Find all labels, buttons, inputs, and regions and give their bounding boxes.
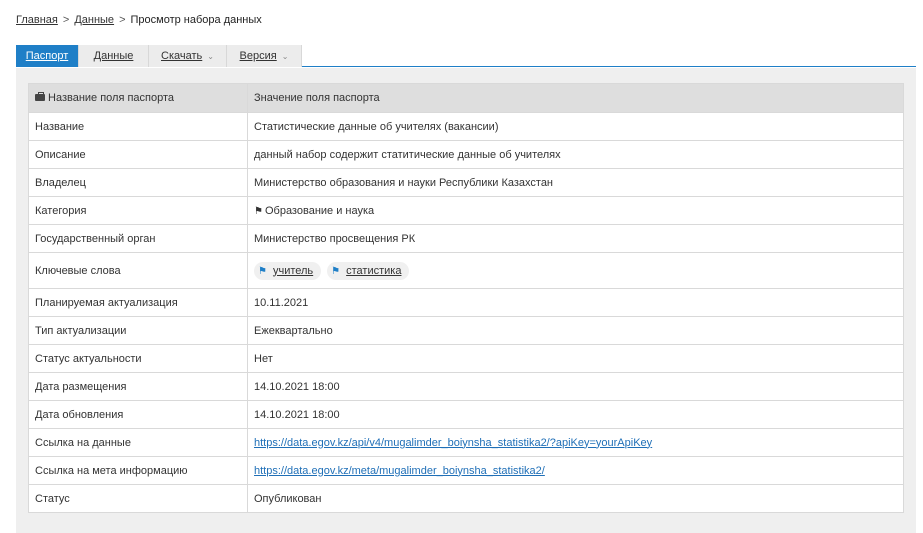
tag-icon: ⚑: [254, 205, 263, 217]
breadcrumb: Главная > Данные > Просмотр набора данных: [16, 14, 262, 26]
field-value-link: https://data.egov.kz/api/v4/mugalimder_b…: [247, 428, 904, 457]
header-field-value: Значение поля паспорта: [247, 83, 904, 113]
field-name: Планируемая актуализация: [28, 288, 248, 317]
tab-data[interactable]: Данные: [79, 45, 149, 67]
tab-download[interactable]: Скачать ⌄: [149, 45, 227, 67]
header-field-name: Название поля паспорта: [28, 83, 248, 113]
chevron-down-icon: ⌄: [207, 52, 214, 61]
keyword-text: учитель: [272, 264, 314, 277]
field-name: Ссылка на данные: [28, 428, 248, 457]
field-value: Министерство образования и науки Республ…: [247, 168, 904, 197]
field-name: Дата размещения: [28, 372, 248, 401]
field-value: 14.10.2021 18:00: [247, 400, 904, 429]
field-value: Нет: [247, 344, 904, 373]
field-name: Ссылка на мета информацию: [28, 456, 248, 485]
table-row: Название Статистические данные об учител…: [28, 112, 904, 141]
field-value: Опубликован: [247, 484, 904, 513]
table-row: Планируемая актуализация 10.11.2021: [28, 288, 904, 317]
tab-passport-label: Паспорт: [25, 50, 69, 62]
field-name: Описание: [28, 140, 248, 169]
category-value: Образование и наука: [264, 204, 375, 217]
field-value-category: ⚑ Образование и наука: [247, 196, 904, 225]
passport-table: Название поля паспорта Значение поля пас…: [28, 83, 904, 513]
tag-icon: ⚑: [258, 265, 267, 277]
field-value: Статистические данные об учителях (вакан…: [247, 112, 904, 141]
field-name: Государственный орган: [28, 224, 248, 253]
header-field-name-label: Название поля паспорта: [48, 92, 175, 104]
table-row: Статус актуальности Нет: [28, 344, 904, 373]
field-name: Тип актуализации: [28, 316, 248, 345]
table-row: Тип актуализации Ежеквартально: [28, 316, 904, 345]
field-value: Ежеквартально: [247, 316, 904, 345]
keyword-tag[interactable]: ⚑ учитель: [254, 261, 322, 280]
field-name: Дата обновления: [28, 400, 248, 429]
meta-link[interactable]: https://data.egov.kz/meta/mugalimder_boi…: [254, 465, 545, 477]
table-row: Государственный орган Министерство просв…: [28, 224, 904, 253]
table-row: Ключевые слова ⚑ учитель ⚑ статистика: [28, 252, 904, 289]
field-value-link: https://data.egov.kz/meta/mugalimder_boi…: [247, 456, 904, 485]
breadcrumb-separator: >: [119, 14, 126, 26]
chevron-down-icon: ⌄: [281, 52, 289, 61]
field-name: Владелец: [28, 168, 248, 197]
field-name: Статус актуальности: [28, 344, 248, 373]
table-header-row: Название поля паспорта Значение поля пас…: [28, 83, 904, 113]
table-row: Владелец Министерство образования и наук…: [28, 168, 904, 197]
field-name: Статус: [28, 484, 248, 513]
table-row: Дата обновления 14.10.2021 18:00: [28, 400, 904, 429]
tab-download-label: Скачать: [161, 50, 203, 62]
tag-icon: ⚑: [331, 265, 341, 277]
table-row: Статус Опубликован: [28, 484, 904, 513]
keyword-text: статистика: [346, 264, 402, 277]
breadcrumb-data-link[interactable]: Данные: [74, 14, 114, 26]
tab-version-label: Версия: [239, 50, 277, 62]
breadcrumb-separator: >: [62, 14, 70, 26]
field-value: 14.10.2021 18:00: [247, 372, 904, 401]
field-value: 10.11.2021: [247, 288, 904, 317]
field-name: Категория: [28, 196, 248, 225]
field-value-keywords: ⚑ учитель ⚑ статистика: [247, 252, 904, 289]
field-value: данный набор содержит статитические данн…: [247, 140, 904, 169]
tab-bar: Паспорт Данные Скачать ⌄ Версия ⌄: [16, 45, 916, 67]
table-row: Категория ⚑ Образование и наука: [28, 196, 904, 225]
table-row: Ссылка на мета информацию https://data.e…: [28, 456, 904, 485]
table-row: Описание данный набор содержит статитиче…: [28, 140, 904, 169]
data-link[interactable]: https://data.egov.kz/api/v4/mugalimder_b…: [254, 437, 652, 449]
breadcrumb-home-link[interactable]: Главная: [16, 14, 58, 26]
tab-passport[interactable]: Паспорт: [16, 45, 79, 67]
table-row: Дата размещения 14.10.2021 18:00: [28, 372, 904, 401]
table-row: Ссылка на данные https://data.egov.kz/ap…: [28, 428, 904, 457]
breadcrumb-current: Просмотр набора данных: [130, 14, 262, 26]
field-name: Название: [28, 112, 248, 141]
briefcase-icon: [35, 92, 45, 101]
keyword-tag[interactable]: ⚑ статистика: [327, 261, 410, 280]
tab-version[interactable]: Версия ⌄: [227, 45, 302, 67]
passport-panel: Название поля паспорта Значение поля пас…: [16, 68, 916, 533]
field-name: Ключевые слова: [28, 252, 248, 289]
tab-data-label: Данные: [93, 50, 134, 62]
field-value: Министерство просвещения РК: [247, 224, 904, 253]
